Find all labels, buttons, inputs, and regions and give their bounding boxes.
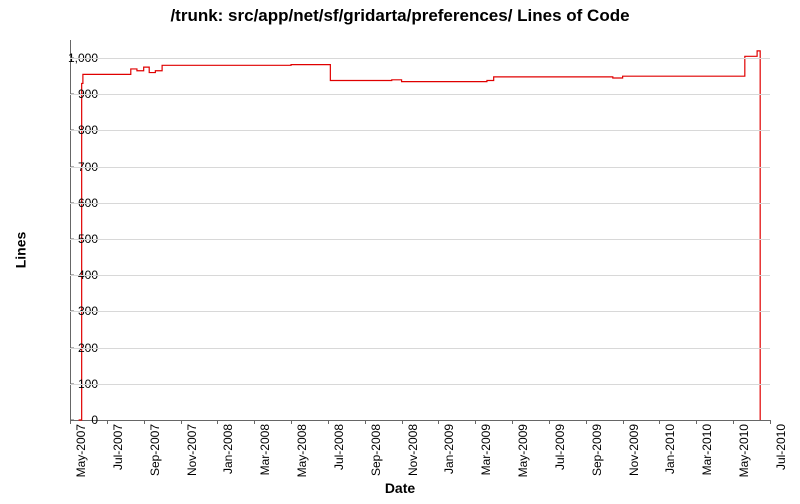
x-tick-mark — [328, 420, 329, 424]
y-tick-label: 0 — [38, 413, 98, 427]
x-tick-mark — [659, 420, 660, 424]
x-tick-mark — [512, 420, 513, 424]
gridline — [70, 275, 770, 276]
gridline — [70, 130, 770, 131]
x-tick-mark — [291, 420, 292, 424]
x-tick-mark — [696, 420, 697, 424]
x-tick-mark — [107, 420, 108, 424]
x-tick-label: Mar-2010 — [700, 424, 714, 504]
loc-line-chart: /trunk: src/app/net/sf/gridarta/preferen… — [0, 0, 800, 500]
x-tick-label: Jul-2009 — [553, 424, 567, 504]
x-tick-label: Sep-2008 — [369, 424, 383, 504]
gridline — [70, 311, 770, 312]
x-tick-label: Nov-2008 — [406, 424, 420, 504]
x-tick-label: Jan-2010 — [663, 424, 677, 504]
x-tick-label: Nov-2007 — [185, 424, 199, 504]
x-tick-mark — [365, 420, 366, 424]
x-tick-mark — [438, 420, 439, 424]
gridline — [70, 167, 770, 168]
gridline — [70, 348, 770, 349]
gridline — [70, 384, 770, 385]
x-tick-label: Jul-2010 — [774, 424, 788, 504]
gridline — [70, 58, 770, 59]
x-tick-mark — [733, 420, 734, 424]
x-tick-mark — [70, 420, 71, 424]
x-tick-label: Mar-2009 — [479, 424, 493, 504]
x-tick-mark — [402, 420, 403, 424]
x-tick-label: May-2007 — [74, 424, 88, 504]
data-line — [70, 40, 770, 420]
x-tick-mark — [181, 420, 182, 424]
x-tick-label: Nov-2009 — [627, 424, 641, 504]
chart-title: /trunk: src/app/net/sf/gridarta/preferen… — [0, 6, 800, 26]
x-tick-mark — [770, 420, 771, 424]
x-tick-mark — [586, 420, 587, 424]
gridline — [70, 203, 770, 204]
x-tick-label: Jan-2009 — [442, 424, 456, 504]
x-tick-label: May-2010 — [737, 424, 751, 504]
y-axis-label: Lines — [12, 232, 28, 269]
x-tick-mark — [549, 420, 550, 424]
x-tick-label: Jan-2008 — [221, 424, 235, 504]
x-tick-label: May-2008 — [295, 424, 309, 504]
gridline — [70, 94, 770, 95]
x-tick-mark — [623, 420, 624, 424]
gridline — [70, 239, 770, 240]
x-tick-mark — [475, 420, 476, 424]
x-tick-mark — [254, 420, 255, 424]
x-tick-mark — [217, 420, 218, 424]
x-tick-label: Mar-2008 — [258, 424, 272, 504]
x-tick-label: Sep-2007 — [148, 424, 162, 504]
x-tick-label: Jul-2007 — [111, 424, 125, 504]
x-tick-label: Sep-2009 — [590, 424, 604, 504]
x-tick-label: Jul-2008 — [332, 424, 346, 504]
x-tick-mark — [144, 420, 145, 424]
x-tick-label: May-2009 — [516, 424, 530, 504]
